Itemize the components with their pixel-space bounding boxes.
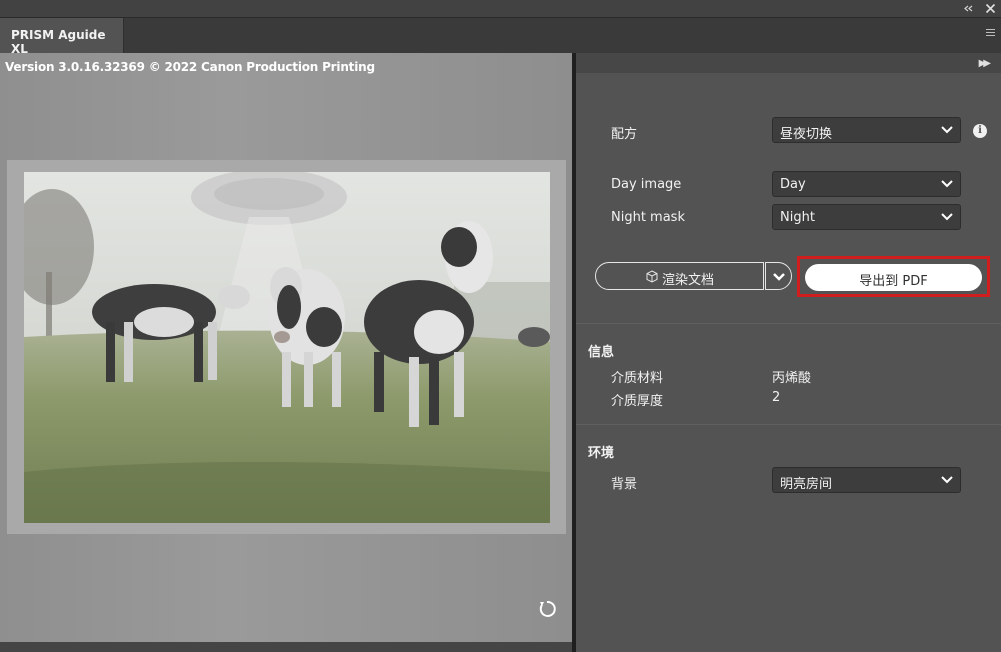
version-text: Version 3.0.16.32369 © 2022 Canon Produc…	[5, 60, 375, 74]
chevron-down-icon	[941, 213, 953, 221]
chevron-down-icon	[941, 126, 953, 134]
recipe-label: 配方	[611, 127, 638, 142]
render-document-button[interactable]: 渲染文档	[595, 262, 764, 290]
recipe-dropdown[interactable]: 昼夜切换	[772, 117, 961, 143]
preview-image	[24, 172, 550, 523]
settings-panel: ▶▶ 配方 昼夜切换 i Day image Day Night mask Ni…	[576, 53, 1001, 652]
collapse-panels-icon[interactable]	[963, 0, 973, 17]
media-thickness-value: 2	[772, 390, 781, 405]
panel-header: ▶▶	[576, 53, 1001, 73]
render-document-label: 渲染文档	[662, 273, 715, 288]
media-thickness-label: 介质厚度	[611, 394, 664, 409]
night-mask-dropdown[interactable]: Night	[772, 204, 961, 230]
export-pdf-button[interactable]: 导出到 PDF	[805, 264, 982, 291]
recipe-value: 昼夜切换	[780, 127, 833, 142]
close-icon[interactable]	[985, 0, 996, 17]
refresh-icon[interactable]	[537, 599, 557, 619]
tab-prism-aguide-xl[interactable]: PRISM Aguide XL	[0, 18, 124, 56]
tab-bar: PRISM Aguide XL	[0, 17, 1001, 56]
photo-frame	[7, 160, 566, 534]
preview-bottom-bar	[0, 642, 572, 652]
info-icon[interactable]: i	[973, 124, 987, 138]
double-chevron-right-icon[interactable]: ▶▶	[979, 58, 992, 69]
day-image-dropdown[interactable]: Day	[772, 171, 961, 197]
background-value: 明亮房间	[780, 477, 833, 492]
chevron-down-icon	[941, 476, 953, 484]
day-image-label: Day image	[611, 177, 682, 192]
hamburger-menu-icon[interactable]	[986, 29, 995, 37]
media-material-label: 介质材料	[611, 371, 664, 386]
background-label: 背景	[611, 477, 638, 492]
day-image-value: Day	[780, 177, 806, 192]
night-mask-value: Night	[780, 210, 815, 225]
cube-icon	[646, 270, 658, 283]
preview-area: Version 3.0.16.32369 © 2022 Canon Produc…	[0, 53, 572, 642]
media-material-value: 丙烯酸	[772, 371, 812, 386]
export-pdf-label: 导出到 PDF	[859, 274, 928, 289]
background-dropdown[interactable]: 明亮房间	[772, 467, 961, 493]
chevron-down-icon	[773, 273, 785, 281]
chevron-down-icon	[941, 180, 953, 188]
tab-title: PRISM Aguide XL	[11, 28, 106, 56]
info-section-title: 信息	[588, 345, 615, 360]
window-top-strip	[0, 0, 1001, 17]
environment-section-title: 环境	[588, 446, 615, 461]
divider	[576, 323, 1001, 324]
render-options-button[interactable]	[765, 262, 792, 290]
divider	[576, 424, 1001, 425]
night-mask-label: Night mask	[611, 210, 685, 225]
export-pdf-highlight: 导出到 PDF	[797, 256, 990, 297]
